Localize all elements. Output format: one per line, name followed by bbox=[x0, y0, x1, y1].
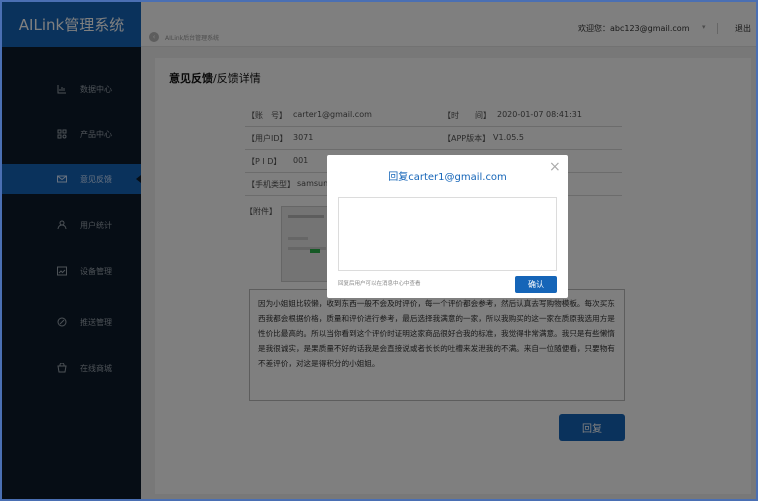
dialog-hint: 回复后用户可以在消息中心中查看 bbox=[338, 281, 421, 287]
confirm-button[interactable]: 确认 bbox=[515, 276, 557, 293]
dialog-title: 回复carter1@gmail.com bbox=[388, 172, 507, 183]
reply-textarea[interactable] bbox=[338, 197, 557, 271]
app-frame: AILink管理系统 数据中心 产品中心 意见反馈 用户统计 bbox=[2, 2, 756, 499]
reply-dialog: 回复carter1@gmail.com × 回复后用户可以在消息中心中查看 确认 bbox=[327, 155, 568, 298]
close-icon[interactable]: × bbox=[549, 159, 561, 175]
